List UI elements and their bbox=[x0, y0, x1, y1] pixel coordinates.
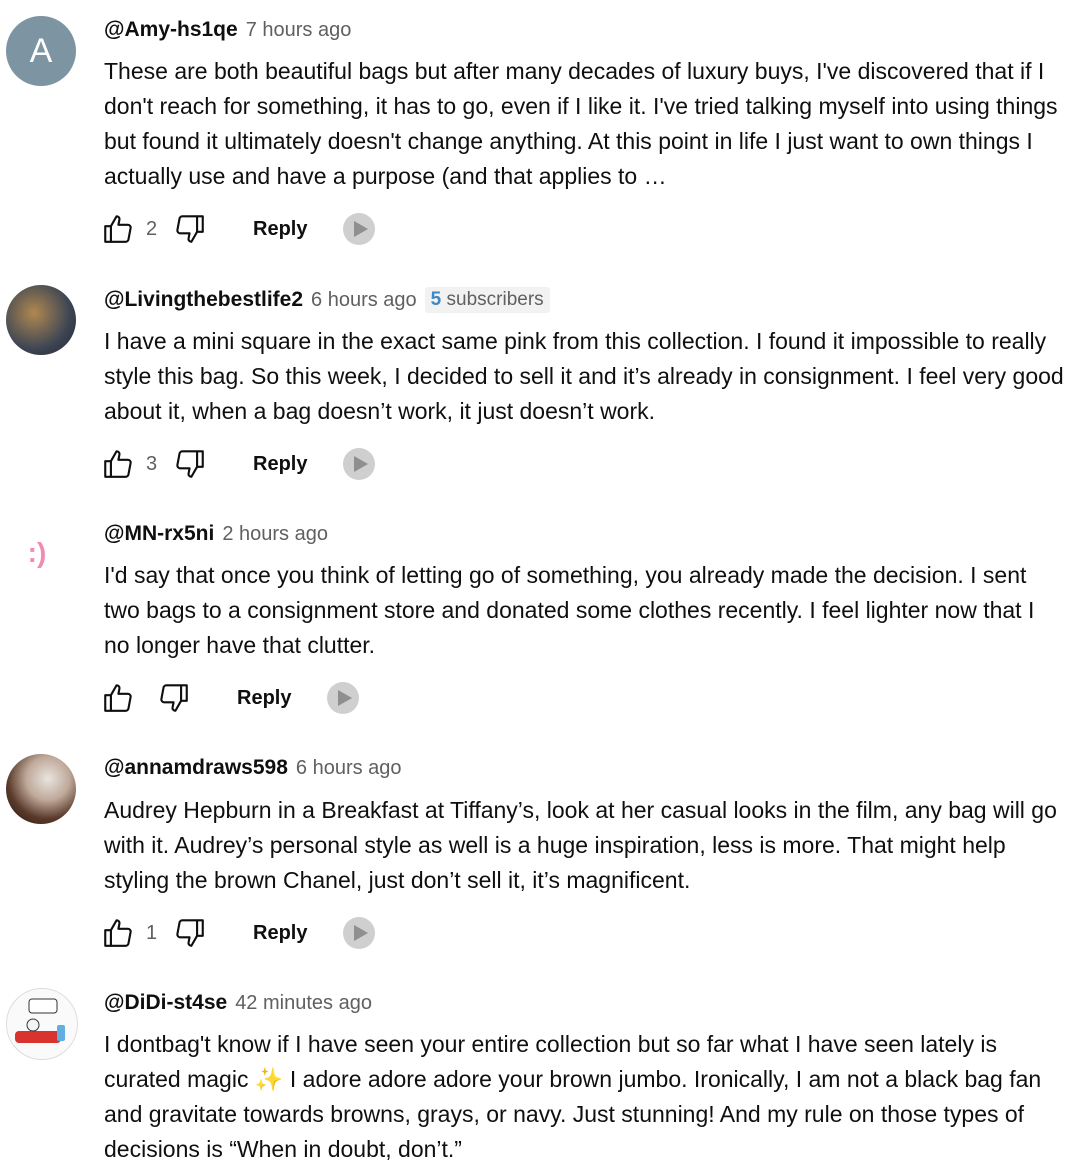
comment-text: Audrey Hepburn in a Breakfast at Tiffany… bbox=[104, 797, 1057, 893]
comment-time[interactable]: 7 hours ago bbox=[246, 19, 352, 42]
like-count: 2 bbox=[146, 217, 158, 240]
member-badge-icon bbox=[343, 917, 376, 949]
comment-author[interactable]: @DiDi-st4se bbox=[104, 991, 227, 1015]
avatar[interactable]: :) bbox=[2, 518, 72, 588]
reply-button[interactable]: Reply bbox=[253, 218, 307, 241]
like-count: 3 bbox=[146, 452, 158, 475]
reply-button[interactable]: Reply bbox=[253, 922, 307, 945]
avatar[interactable] bbox=[6, 988, 78, 1060]
comment-text: I have a mini square in the exact same p… bbox=[104, 328, 1064, 424]
subscriber-count-badge: 5 subscribers bbox=[424, 287, 550, 313]
avatar[interactable] bbox=[6, 754, 76, 824]
avatar[interactable] bbox=[6, 285, 76, 355]
comment-author[interactable]: @Amy-hs1qe bbox=[104, 18, 238, 42]
reply-button[interactable]: Reply bbox=[253, 453, 307, 476]
comment-time[interactable]: 6 hours ago bbox=[296, 757, 402, 780]
member-badge-icon bbox=[327, 682, 360, 714]
thumbs-up-icon[interactable] bbox=[100, 211, 136, 247]
thumbs-down-icon[interactable] bbox=[156, 680, 192, 716]
like-count: 1 bbox=[146, 921, 158, 944]
thumbs-down-icon[interactable] bbox=[172, 915, 208, 951]
thumbs-down-icon[interactable] bbox=[172, 446, 208, 482]
comment-time[interactable]: 2 hours ago bbox=[222, 523, 328, 546]
thumbs-down-icon[interactable] bbox=[172, 211, 208, 247]
comment-text: I dontbag't know if I have seen your ent… bbox=[104, 1031, 1042, 1162]
thumbs-up-icon[interactable] bbox=[100, 446, 136, 482]
avatar-smiley: :) bbox=[27, 537, 47, 568]
thumbs-up-icon[interactable] bbox=[100, 680, 136, 716]
comment-text: I'd say that once you think of letting g… bbox=[104, 562, 1035, 658]
comment-author[interactable]: @Livingthebestlife2 bbox=[104, 288, 303, 312]
cartoon-avatar-icon bbox=[15, 998, 65, 1043]
member-badge-icon bbox=[343, 213, 376, 245]
avatar[interactable]: A bbox=[6, 16, 76, 86]
comment-time[interactable]: 6 hours ago bbox=[311, 289, 417, 312]
thumbs-up-icon[interactable] bbox=[100, 915, 136, 951]
subscriber-label: subscribers bbox=[446, 289, 544, 310]
member-badge-icon bbox=[343, 448, 376, 480]
reply-button[interactable]: Reply bbox=[237, 687, 291, 710]
comment-text: These are both beautiful bags but after … bbox=[104, 58, 1058, 189]
subscriber-count: 5 bbox=[430, 289, 442, 310]
comment-author[interactable]: @annamdraws598 bbox=[104, 756, 288, 780]
avatar-letter: A bbox=[29, 31, 53, 70]
comment-time[interactable]: 42 minutes ago bbox=[235, 992, 372, 1015]
comment-author[interactable]: @MN-rx5ni bbox=[104, 522, 214, 546]
